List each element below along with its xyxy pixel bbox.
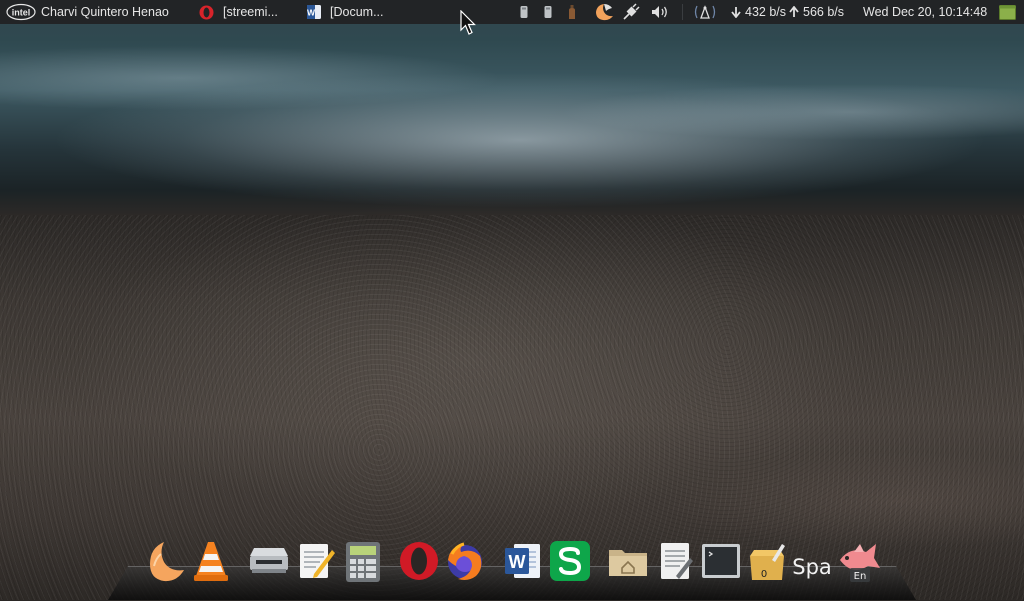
desktop-wallpaper [0, 0, 1024, 600]
scanner-icon [250, 548, 288, 573]
dock-opera[interactable] [396, 538, 442, 584]
user-name-label[interactable]: Charvi Quintero Henao [41, 0, 169, 24]
mouse-cursor-icon [460, 10, 476, 35]
dock-vlc[interactable] [188, 538, 234, 584]
show-desktop-button[interactable] [999, 0, 1016, 24]
tray-network-icon[interactable] [694, 0, 716, 24]
tray-power-icon[interactable] [622, 0, 640, 24]
dock-calculator[interactable] [340, 538, 386, 584]
archive-icon: 0 [750, 544, 785, 580]
menu-button[interactable]: intel [6, 0, 36, 24]
net-down-label: 432 b/s [745, 5, 787, 19]
tray-volume-icon[interactable] [650, 0, 670, 24]
file-manager-icon [609, 550, 647, 576]
dock-archive[interactable]: 0 [744, 538, 790, 584]
net-up-label: 566 b/s [803, 5, 845, 19]
intel-logo-text: intel [12, 8, 31, 18]
spreadsheet-icon [550, 541, 590, 581]
dock-file-manager[interactable] [605, 538, 651, 584]
svg-text:W: W [307, 8, 316, 18]
dock-spa[interactable]: Spa [788, 538, 836, 584]
fish-badge: En [854, 571, 867, 582]
arrow-up-icon [789, 6, 799, 17]
tray-separator [682, 4, 683, 20]
dock-document[interactable] [652, 538, 698, 584]
spa-label: Spa [792, 555, 832, 579]
intel-logo-icon: intel [6, 3, 36, 21]
terminal-icon [702, 544, 740, 578]
tray-usb-icon-1[interactable] [519, 0, 529, 24]
archive-badge: 0 [761, 569, 767, 580]
net-down-speed: 432 b/s [731, 0, 786, 24]
arrow-down-icon [731, 7, 741, 18]
dock-clementine[interactable] [142, 538, 188, 584]
calculator-icon [346, 542, 380, 582]
net-up-speed: 566 b/s [789, 0, 844, 24]
volume-icon [652, 6, 667, 18]
vlc-icon [194, 542, 228, 581]
tray-bottle-icon[interactable] [567, 0, 577, 24]
task-document[interactable]: W [Docum... [306, 0, 384, 24]
clementine-icon [150, 542, 184, 582]
power-plug-icon [623, 3, 640, 20]
bottle-icon [569, 5, 575, 19]
tray-usb-icon-2[interactable] [543, 0, 553, 24]
firefox-icon [448, 542, 482, 580]
dock-firefox[interactable] [442, 538, 488, 584]
usb-drive-icon [544, 6, 552, 18]
clock[interactable]: Wed Dec 20, 10:14:48 [863, 0, 987, 24]
tray-clementine-icon[interactable] [593, 0, 615, 24]
svg-text:W: W [509, 552, 526, 572]
dock-text-editor[interactable] [292, 538, 338, 584]
dock-spreadsheet[interactable] [547, 538, 593, 584]
usb-drive-icon [520, 6, 528, 18]
task-title: [Docum... [330, 5, 384, 19]
dock-word[interactable]: W [500, 538, 546, 584]
dock-fish[interactable]: En [836, 538, 882, 584]
text-editor-icon [300, 544, 335, 578]
document-icon [661, 543, 693, 579]
dock-terminal[interactable] [698, 538, 744, 584]
clementine-icon [596, 4, 613, 21]
fish-icon: En [840, 544, 880, 582]
word-icon: W [505, 544, 540, 578]
word-icon: W [307, 5, 321, 19]
task-streemi[interactable]: [streemi... [198, 0, 278, 24]
opera-icon [199, 5, 214, 19]
opera-icon [400, 542, 438, 580]
task-title: [streemi... [223, 5, 278, 19]
show-desktop-icon [999, 4, 1016, 20]
dock-scanner[interactable] [246, 538, 292, 584]
network-icon [694, 5, 716, 19]
top-panel: intel Charvi Quintero Henao [streemi... … [0, 0, 1024, 24]
